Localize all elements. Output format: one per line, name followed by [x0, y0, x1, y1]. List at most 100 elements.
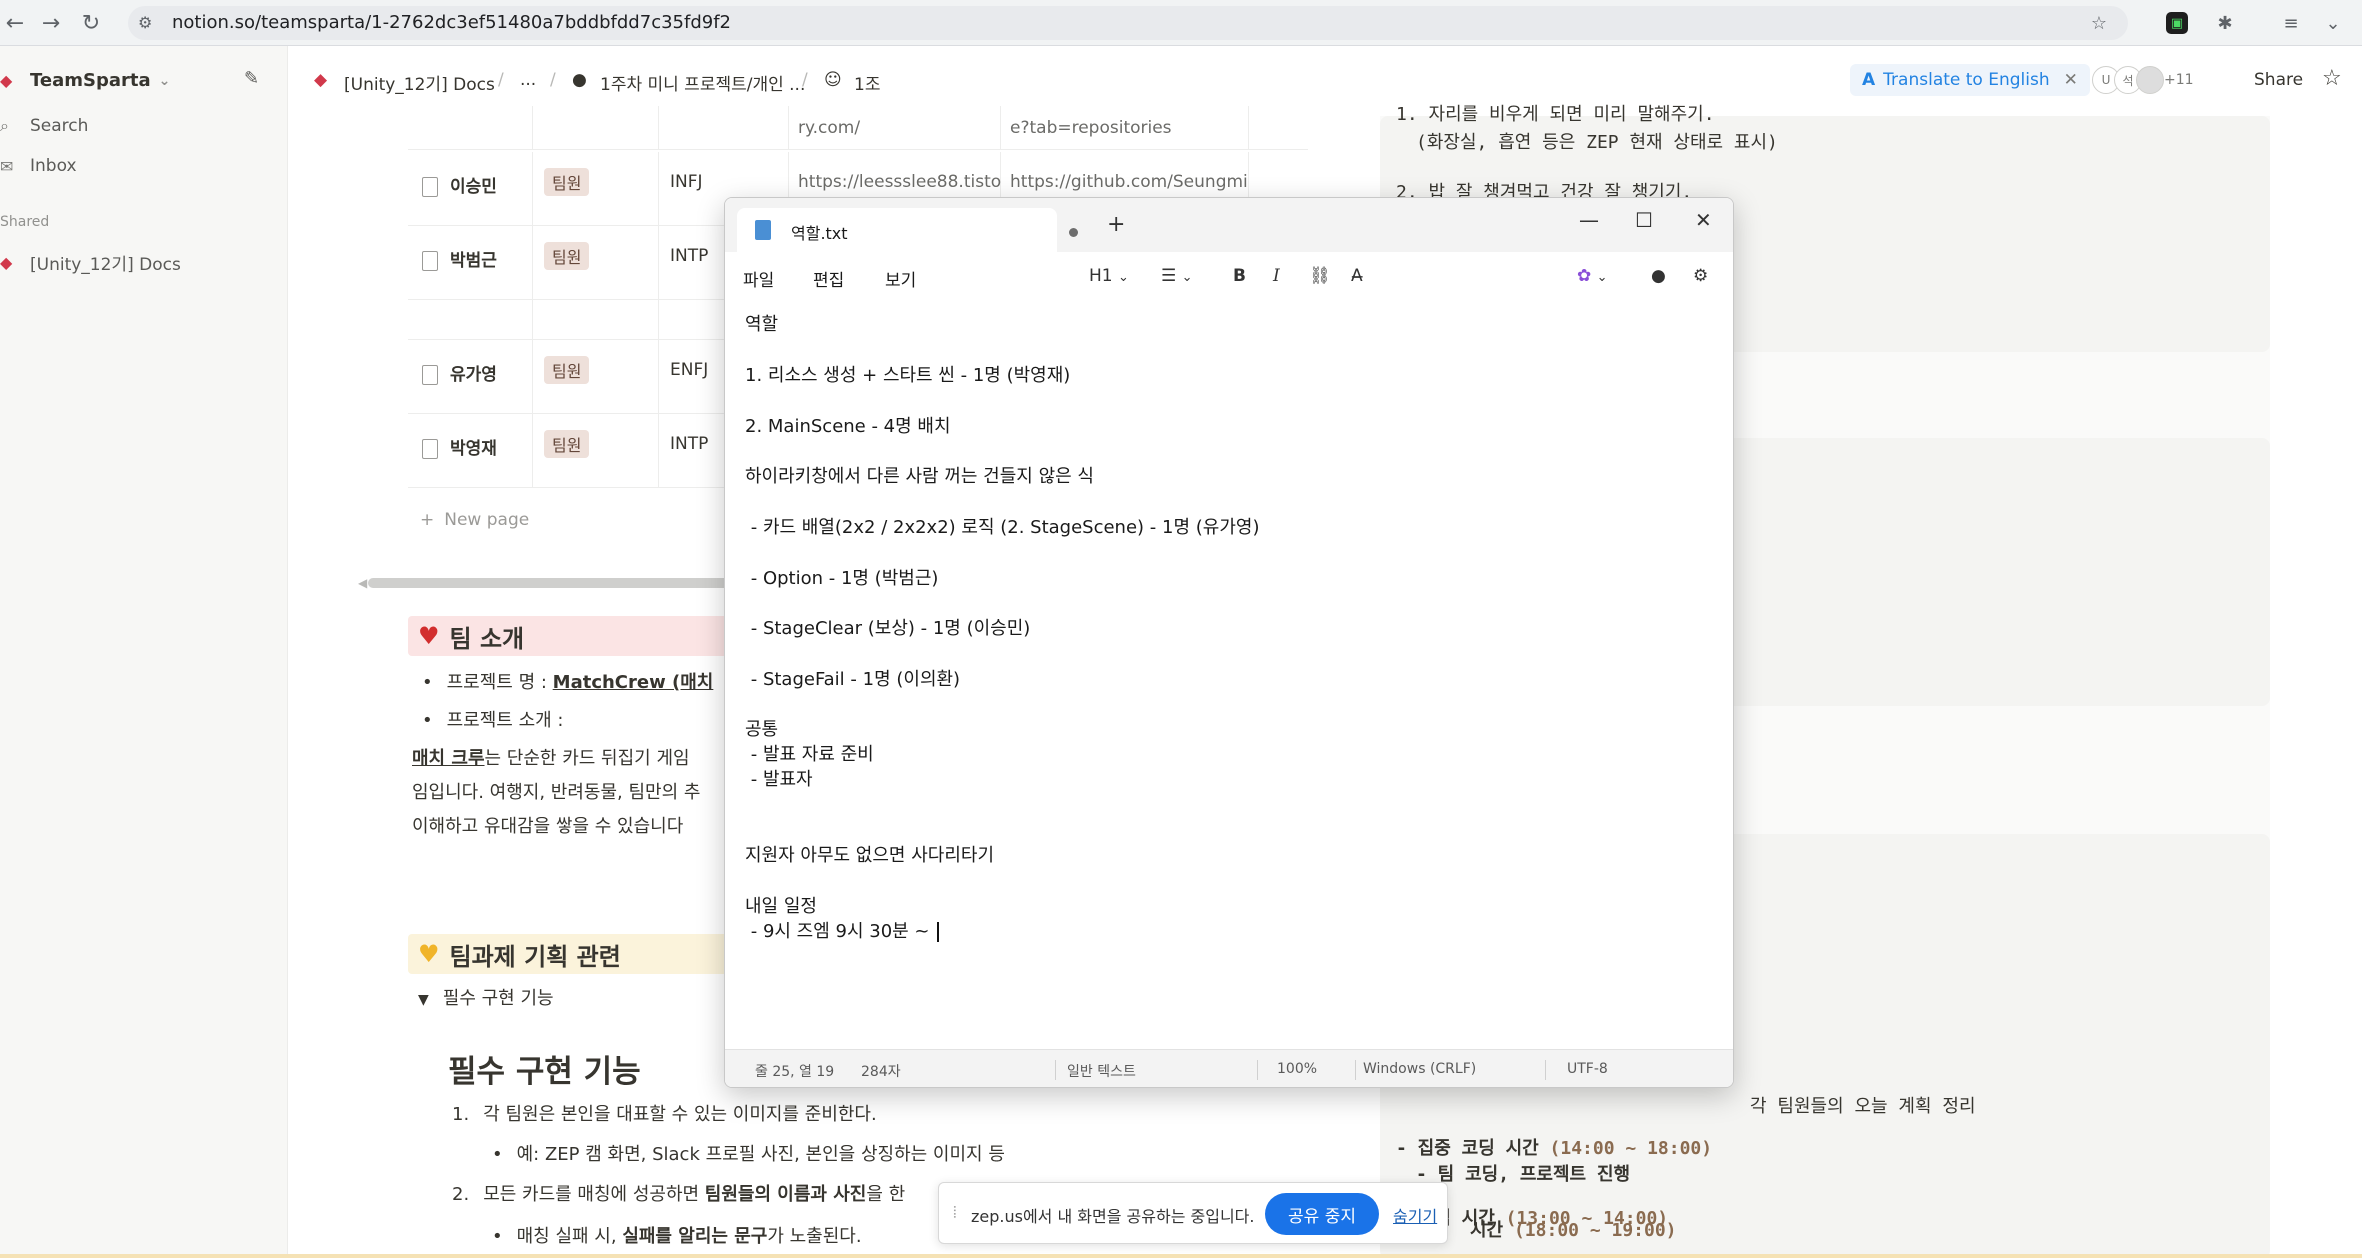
role-tag: 팀원 — [544, 168, 590, 196]
list-icon[interactable]: ☰ ⌄ — [1161, 266, 1193, 286]
reload-icon[interactable]: ↻ — [76, 8, 106, 38]
zoom-level[interactable]: 100% — [1277, 1061, 1317, 1077]
menu-edit[interactable]: 편집 — [813, 266, 844, 291]
bookmark-star-icon[interactable]: ☆ — [2086, 10, 2112, 36]
smile-emoji-icon: ☺ — [824, 70, 842, 90]
bottom-border — [0, 1254, 2362, 1258]
translate-button[interactable]: A Translate to English ✕ — [1850, 64, 2090, 96]
close-icon[interactable]: ✕ — [2064, 70, 2078, 90]
media-control-icon[interactable]: ≡ — [2278, 10, 2304, 36]
favorite-star-icon[interactable]: ☆ — [2322, 66, 2342, 91]
breadcrumb-item[interactable]: 1주차 미니 프로젝트/개인 ... — [600, 70, 805, 95]
notepad-titlebar: 역할.txt + — ☐ ✕ — [725, 198, 1733, 252]
text-caret — [937, 922, 940, 942]
line-ending[interactable]: Windows (CRLF) — [1363, 1061, 1476, 1077]
forward-icon[interactable]: → — [36, 8, 66, 38]
encoding[interactable]: UTF-8 — [1567, 1061, 1608, 1077]
breadcrumb-item[interactable]: 1조 — [854, 70, 880, 95]
close-icon[interactable]: ✕ — [1695, 208, 1712, 232]
new-page-button[interactable]: + New page — [420, 510, 529, 530]
url-text[interactable]: notion.so/teamsparta/1-2762dc3ef51480a7b… — [172, 12, 731, 33]
sidebar-item-search[interactable]: ⌕ Search — [0, 116, 88, 136]
breadcrumb-separator: / — [498, 70, 504, 90]
site-settings-icon[interactable]: ⚙ — [138, 13, 158, 33]
github-link[interactable]: https://github.com/Seungmi — [1010, 172, 1248, 192]
text-line: 2. MainScene - 4명 배치 — [745, 416, 951, 437]
workspace-switcher[interactable]: ◆ TeamSparta ⌄ — [0, 70, 170, 91]
plan-summary: 각 팀원들의 오늘 계획 정리 — [1750, 1096, 1976, 1117]
github-link[interactable]: e?tab=repositories — [1010, 118, 1172, 138]
hide-link[interactable]: 숨기기 — [1393, 1203, 1437, 1227]
copilot-icon[interactable]: ✿ ⌄ — [1577, 266, 1608, 286]
bold-icon[interactable]: B — [1233, 266, 1246, 286]
schedule-item: - 집중 코딩 시간 (14:00 ~ 18:00) — [1396, 1138, 1713, 1159]
new-tab-button[interactable]: + — [1107, 212, 1125, 237]
toggle-triangle-icon[interactable]: ▼ — [418, 992, 429, 1008]
chevron-down-icon: ⌄ — [158, 72, 171, 89]
blog-link[interactable]: ry.com/ — [798, 118, 860, 138]
minimize-icon[interactable]: — — [1579, 208, 1599, 232]
rule-item-sub: (화장실, 흡연 등은 ZEP 현재 상태로 표시) — [1416, 132, 1778, 153]
text-line: - Option - 1명 (박범근) — [745, 568, 939, 589]
list-item: 2. 모든 카드를 매칭에 성공하면 팀원들의 이름과 사진을 한 — [452, 1184, 906, 1205]
sidebar-item-inbox[interactable]: ✉ Inbox — [0, 156, 77, 176]
text-line: 1. 리소스 생성 + 스타트 씬 - 1명 (박영재) — [745, 365, 1071, 386]
back-icon[interactable]: ← — [0, 8, 30, 38]
notepad-window[interactable]: 역할.txt + — ☐ ✕ 파일 편집 보기 H1 ⌄ ☰ ⌄ B I ⛓ A… — [724, 197, 1734, 1088]
clear-format-icon[interactable]: A̶ — [1351, 266, 1363, 286]
text-mode[interactable]: 일반 텍스트 — [1067, 1061, 1136, 1081]
share-button[interactable]: Share — [2254, 70, 2303, 90]
table-row[interactable]: ry.com/ e?tab=repositories — [408, 106, 1308, 150]
row-name[interactable]: 유가영 — [422, 360, 497, 385]
breadcrumb-item[interactable]: [Unity_12기] Docs — [344, 70, 495, 95]
char-count: 284자 — [861, 1064, 901, 1080]
extensions-puzzle-icon[interactable]: ✱ — [2212, 10, 2238, 36]
row-name[interactable]: 이승민 — [422, 172, 497, 197]
account-icon[interactable]: ● — [1651, 266, 1666, 286]
text-line: 하이라키창에서 다른 사람 꺼는 건들지 않은 식 — [745, 466, 1094, 487]
schedule-sub-item: - 팀 코딩, 프로젝트 진행 — [1416, 1164, 1631, 1185]
address-bar[interactable]: ⚙ notion.so/teamsparta/1-2762dc3ef51480a… — [128, 6, 2128, 40]
text-line: - StageClear (보상) - 1명 (이승민) — [745, 618, 1031, 639]
italic-icon[interactable]: I — [1273, 266, 1280, 286]
text-line: - 발표자 — [745, 769, 813, 790]
schedule-item: 시간 (18:00 ~ 19:00) — [1470, 1220, 1677, 1241]
notepad-menubar: 파일 편집 보기 H1 ⌄ ☰ ⌄ B I ⛓ A̶ ✿ ⌄ ● ⚙ — [725, 252, 1733, 302]
row-name[interactable]: 박영재 — [422, 434, 497, 459]
link-icon[interactable]: ⛓ — [1309, 266, 1331, 286]
breadcrumb-ellipsis[interactable]: ... — [520, 70, 536, 90]
settings-gear-icon[interactable]: ⚙ — [1693, 266, 1708, 286]
tab-title: 역할.txt — [791, 224, 848, 243]
maximize-icon[interactable]: ☐ — [1635, 208, 1653, 232]
notepad-file-icon — [755, 220, 771, 240]
crumb-icon: ● — [572, 70, 587, 90]
menu-view[interactable]: 보기 — [885, 266, 916, 291]
row-name[interactable]: 박범근 — [422, 246, 497, 271]
scroll-left-icon[interactable]: ◀ — [358, 576, 367, 590]
new-page-icon[interactable]: ✎ — [244, 68, 270, 94]
sidebar-item-label: Inbox — [30, 156, 77, 176]
screen: ← → ↻ ⚙ notion.so/teamsparta/1-2762dc3ef… — [0, 0, 2362, 1258]
mbti-cell: ENFJ — [670, 360, 709, 380]
heading-dropdown[interactable]: H1 ⌄ — [1089, 266, 1129, 286]
extension-icon[interactable]: ▣ — [2166, 12, 2188, 34]
mbti-cell: INTP — [670, 434, 709, 454]
blog-link[interactable]: https://leessslee88.tisto — [798, 172, 1001, 192]
toggle-block[interactable]: ▼ 필수 구현 기능 — [418, 984, 554, 1010]
text-line: - 발표 자료 준비 — [745, 744, 874, 765]
intro-paragraph: 매치 크루는 단순한 카드 뒤집기 게임 임입니다. 여행지, 반려동물, 팀만… — [412, 748, 701, 837]
unsaved-dot-icon[interactable] — [1069, 228, 1078, 237]
more-collaborators-count[interactable]: +11 — [2164, 72, 2194, 88]
avatar[interactable] — [2136, 66, 2164, 94]
stop-sharing-button[interactable]: 공유 중지 — [1265, 1193, 1379, 1235]
drag-handle-icon[interactable]: ⦙ — [953, 1203, 957, 1223]
translate-label: Translate to English — [1883, 70, 2050, 90]
tab-search-icon[interactable]: ⌄ — [2320, 10, 2346, 36]
menu-file[interactable]: 파일 — [743, 266, 774, 291]
mbti-cell: INFJ — [670, 172, 703, 192]
planning-heading: ♥ 팀과제 기획 관련 — [408, 934, 738, 974]
sidebar-item-unity-docs[interactable]: ◆ [Unity_12기] Docs — [0, 250, 181, 275]
notepad-tab[interactable]: 역할.txt — [737, 208, 1078, 252]
inbox-icon: ✉ — [0, 156, 14, 176]
breadcrumb-separator: / — [550, 70, 556, 90]
